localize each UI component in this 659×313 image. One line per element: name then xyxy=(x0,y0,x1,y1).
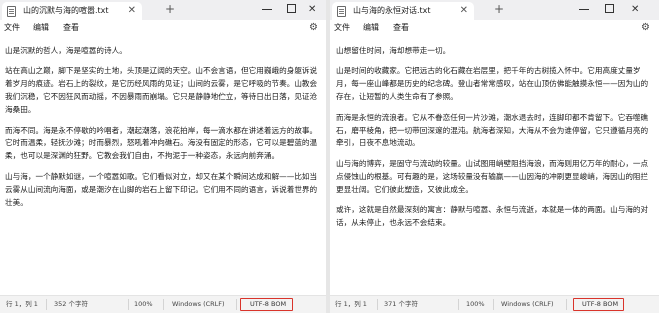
minimize-button[interactable] xyxy=(579,9,589,10)
character-count: 352 个字符 xyxy=(54,300,88,308)
maximize-button[interactable] xyxy=(605,4,614,13)
notepad-window-right: 山与海的永恒对话.txt ✕ + ✕ 文件 编辑 查看 ⚙ 山想留住时间，海却想… xyxy=(330,0,659,313)
text-editor[interactable]: 山想留住时间，海却想带走一切。 山是时间的收藏家。它把远古的化石藏在岩层里，把千… xyxy=(330,37,659,295)
line-ending[interactable]: Windows (CRLF) xyxy=(501,300,554,309)
tab-document[interactable]: 山的沉默与海的喧嚣.txt ✕ xyxy=(2,2,142,20)
document-icon xyxy=(7,6,16,17)
zoom-level[interactable]: 100% xyxy=(466,300,485,309)
line-ending[interactable]: Windows (CRLF) xyxy=(172,300,225,309)
menu-bar: 文件 编辑 查看 ⚙ xyxy=(0,20,326,37)
menu-view[interactable]: 查看 xyxy=(63,23,79,33)
text-paragraph: 或许，这就是自然最深刻的寓言：静默与喧嚣、永恒与流逝，本就是一体的两面。山与海的… xyxy=(336,205,649,227)
gear-icon[interactable]: ⚙ xyxy=(309,22,318,34)
text-paragraph: 山想留住时间，海却想带走一切。 xyxy=(336,46,451,55)
new-tab-button[interactable]: + xyxy=(165,3,175,16)
gear-icon[interactable]: ⚙ xyxy=(641,22,650,34)
maximize-button[interactable] xyxy=(287,4,296,13)
menu-file[interactable]: 文件 xyxy=(4,23,20,33)
tab-bar: 山与海的永恒对话.txt ✕ + ✕ xyxy=(330,0,659,20)
status-divider xyxy=(377,299,378,310)
zoom-level[interactable]: 100% xyxy=(134,300,153,309)
menu-file[interactable]: 文件 xyxy=(334,23,350,33)
text-paragraph: 而海是永恒的流浪者。它从不眷恋任何一片沙滩，潮水退去时，连脚印都不肯留下。它吞噬… xyxy=(336,112,649,148)
tab-bar: 山的沉默与海的喧嚣.txt ✕ + ✕ xyxy=(0,0,326,20)
text-paragraph: 山与海，一个静默如谜，一个喧嚣如歌。它们看似对立，却又在某个瞬间达成和解——比如… xyxy=(5,171,318,207)
encoding-status[interactable]: UTF-8 BOM xyxy=(250,300,286,309)
status-bar: 行 1，列 1 371 个字符 100% Windows (CRLF) UTF-… xyxy=(330,295,659,313)
text-paragraph: 而海不同。海是永不停歇的吟唱者，潮起潮落，浪花拍岸，每一滴水都在讲述着远方的故事… xyxy=(5,125,318,161)
cursor-position: 行 1，列 1 xyxy=(6,300,38,308)
menu-bar: 文件 编辑 查看 ⚙ xyxy=(330,20,659,37)
text-editor[interactable]: 山是沉默的哲人，海是喧嚣的诗人。 站在高山之巅，脚下是坚实的土地，头顶是辽阔的天… xyxy=(0,37,326,295)
close-window-button[interactable]: ✕ xyxy=(308,3,316,16)
encoding-status[interactable]: UTF-8 BOM xyxy=(582,300,618,309)
close-tab-icon[interactable]: ✕ xyxy=(460,5,468,17)
status-bar: 行 1，列 1 352 个字符 100% Windows (CRLF) UTF-… xyxy=(0,295,326,313)
close-tab-icon[interactable]: ✕ xyxy=(128,5,136,17)
text-paragraph: 站在高山之巅，脚下是坚实的土地，头顶是辽阔的天空。山不会言语，但它用巍峨的身躯诉… xyxy=(5,66,318,115)
menu-edit[interactable]: 编辑 xyxy=(363,23,379,33)
new-tab-button[interactable]: + xyxy=(494,3,504,16)
character-count: 371 个字符 xyxy=(384,300,418,308)
close-window-button[interactable]: ✕ xyxy=(631,3,639,16)
minimize-button[interactable] xyxy=(262,9,272,10)
text-paragraph: 山是沉默的哲人，海是喧嚣的诗人。 xyxy=(5,46,127,55)
status-divider xyxy=(458,299,459,310)
status-divider xyxy=(46,299,47,310)
menu-edit[interactable]: 编辑 xyxy=(33,23,49,33)
document-icon xyxy=(337,6,346,17)
text-paragraph: 山是时间的收藏家。它把远古的化石藏在岩层里，把千年的古树揽入怀中。它用高度丈量岁… xyxy=(336,66,649,102)
tab-title: 山与海的永恒对话.txt xyxy=(353,6,431,15)
status-divider xyxy=(493,299,494,310)
tab-title: 山的沉默与海的喧嚣.txt xyxy=(23,6,109,15)
tab-document[interactable]: 山与海的永恒对话.txt ✕ xyxy=(332,2,474,20)
status-divider xyxy=(128,299,129,310)
menu-view[interactable]: 查看 xyxy=(393,23,409,33)
status-divider xyxy=(566,299,567,310)
cursor-position: 行 1，列 1 xyxy=(335,300,367,308)
text-paragraph: 山与海的博弈，是固守与流动的较量。山试图用峭壁阻挡海浪，而海则用亿万年的耐心，一… xyxy=(336,158,649,194)
status-divider xyxy=(163,299,164,310)
notepad-window-left: 山的沉默与海的喧嚣.txt ✕ + ✕ 文件 编辑 查看 ⚙ 山是沉默的哲人，海… xyxy=(0,0,326,313)
status-divider xyxy=(236,299,237,310)
